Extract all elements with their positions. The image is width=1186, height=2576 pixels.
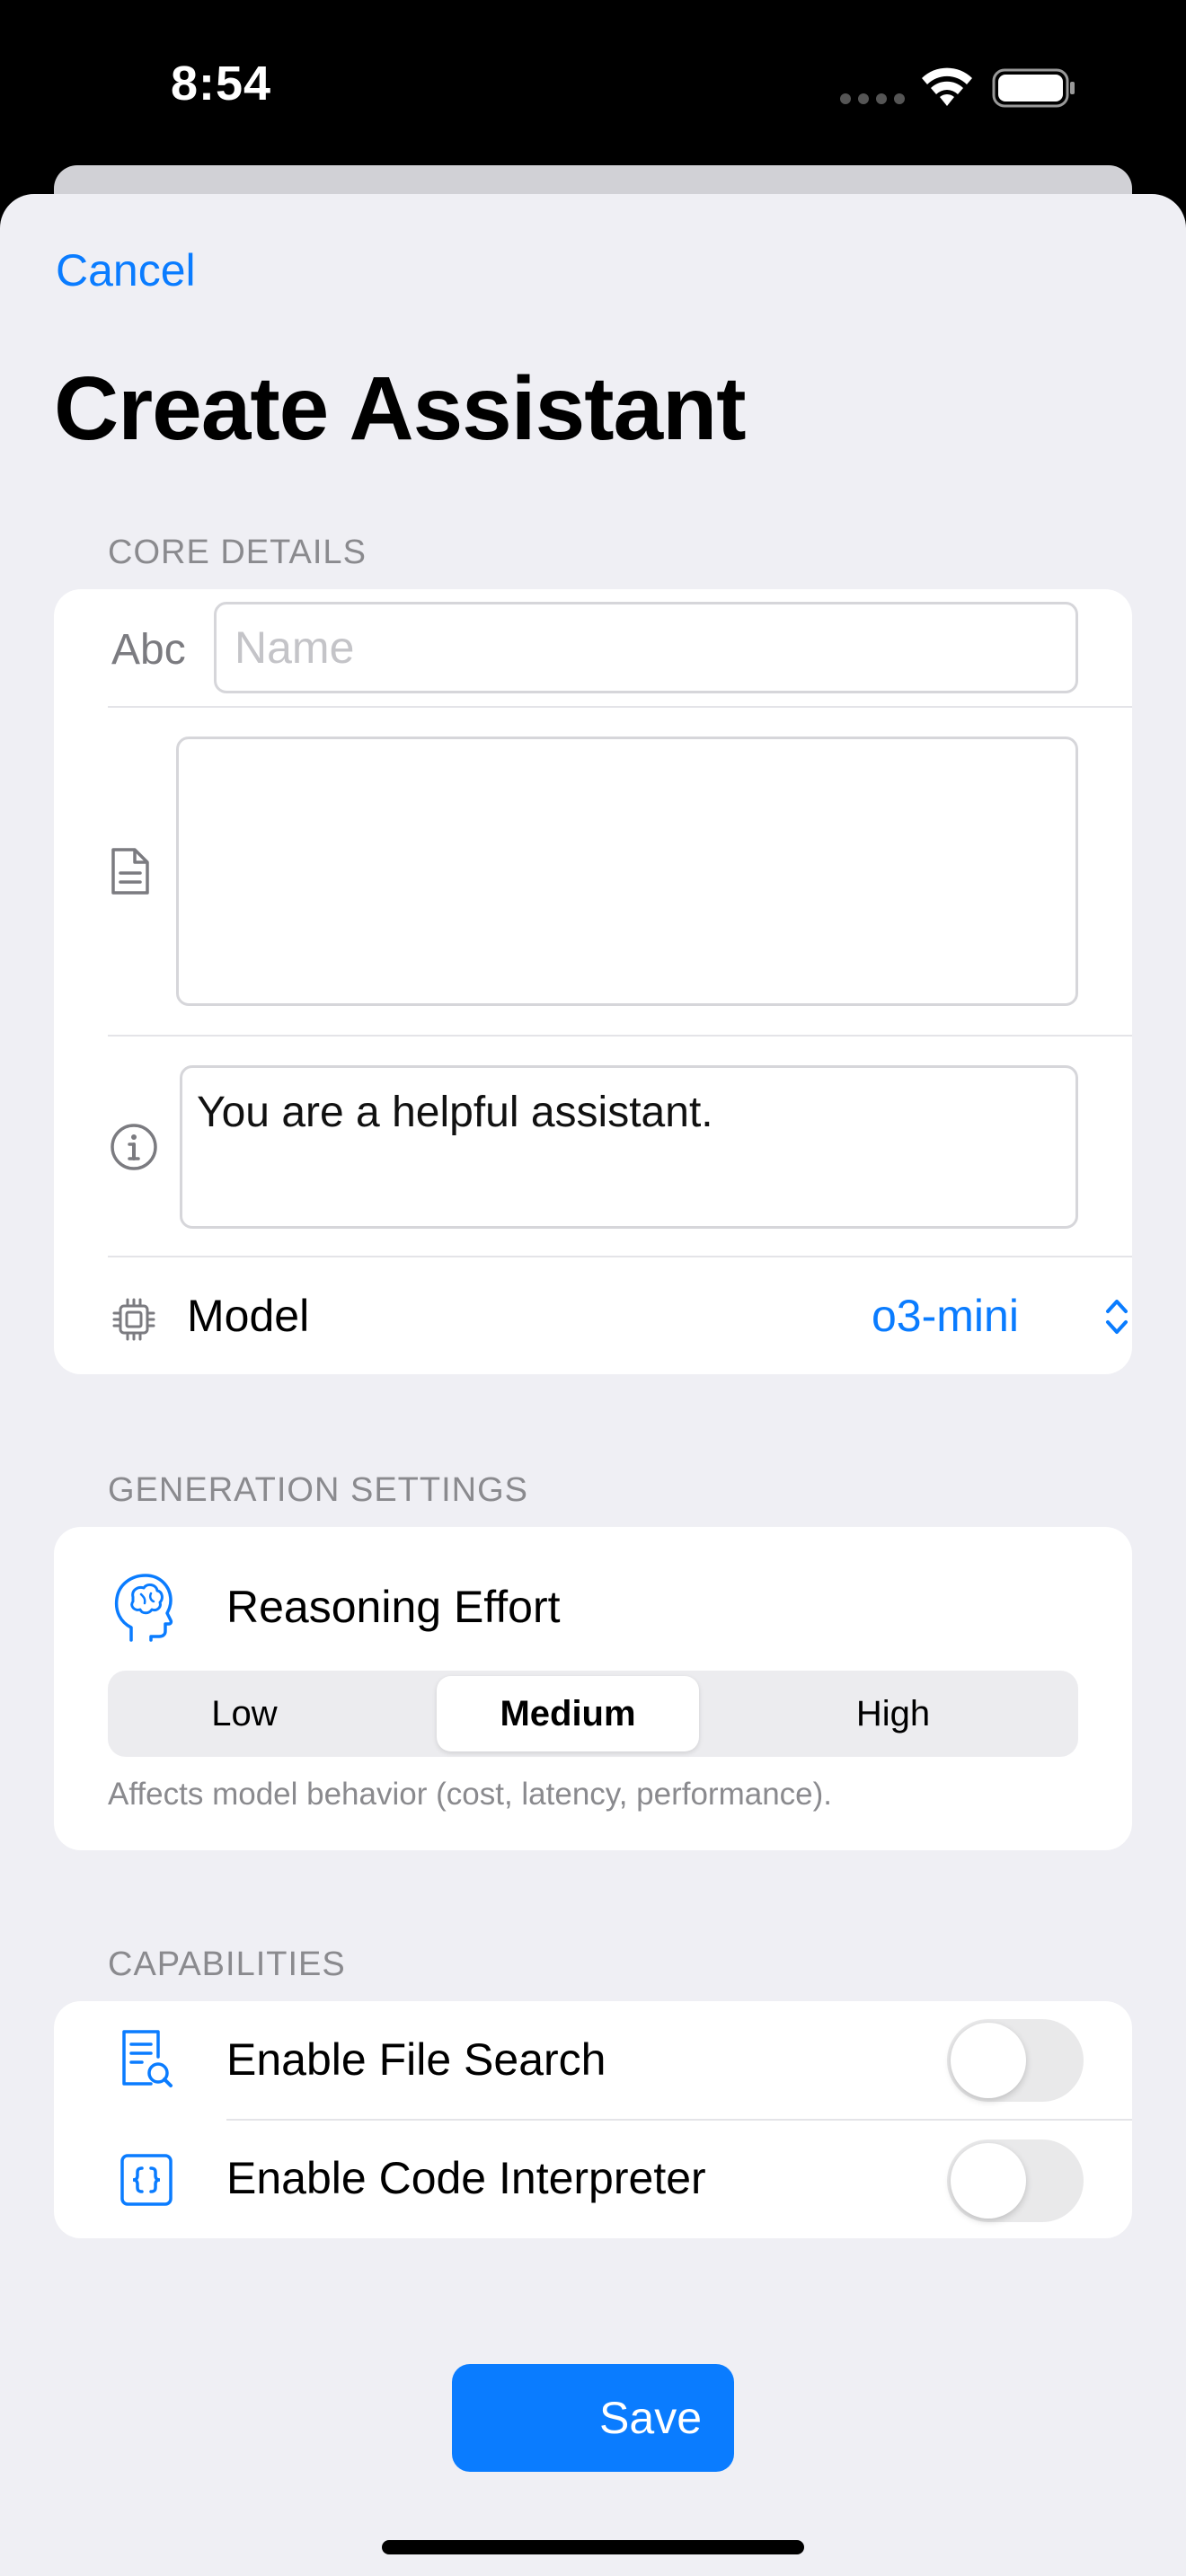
doc-magnifier-icon xyxy=(122,2030,173,2087)
code-interpreter-toggle[interactable] xyxy=(947,2139,1084,2222)
wifi-icon xyxy=(922,67,972,106)
status-time: 8:54 xyxy=(171,57,272,110)
brain-head-icon xyxy=(114,1574,173,1642)
reasoning-effort-label: Reasoning Effort xyxy=(226,1582,561,1632)
reasoning-effort-segmented-control: Low Medium High xyxy=(108,1671,1078,1757)
segment-low[interactable]: Low xyxy=(113,1676,376,1751)
divider xyxy=(108,1035,1132,1037)
capabilities-header: CAPABILITIES xyxy=(108,1945,346,1983)
cpu-icon xyxy=(112,1298,155,1341)
model-label: Model xyxy=(187,1291,310,1341)
info-icon xyxy=(111,1124,157,1170)
divider xyxy=(108,706,1132,708)
code-interpreter-label: Enable Code Interpreter xyxy=(226,2153,706,2203)
instructions-textarea[interactable]: You are a helpful assistant. xyxy=(180,1065,1078,1229)
toggle-knob xyxy=(951,2143,1026,2219)
file-search-label: Enable File Search xyxy=(226,2034,606,2085)
segment-medium[interactable]: Medium xyxy=(437,1676,699,1751)
instructions-text: You are a helpful assistant. xyxy=(197,1089,713,1136)
home-indicator xyxy=(382,2540,804,2554)
cancel-button[interactable]: Cancel xyxy=(56,244,196,296)
description-textarea[interactable] xyxy=(176,737,1078,1006)
battery-icon xyxy=(992,68,1075,108)
cellular-signal-icon xyxy=(840,93,905,104)
generation-settings-card: Reasoning Effort Low Medium High Affects… xyxy=(54,1527,1132,1850)
generation-settings-header: GENERATION SETTINGS xyxy=(108,1471,529,1509)
name-input[interactable] xyxy=(217,604,1075,691)
chevron-up-down-icon xyxy=(1106,1300,1128,1334)
core-details-header: CORE DETAILS xyxy=(108,534,367,571)
page-title: Create Assistant xyxy=(54,358,746,459)
model-picker[interactable]: o3-mini xyxy=(872,1284,1128,1349)
reasoning-effort-caption: Affects model behavior (cost, latency, p… xyxy=(108,1777,833,1812)
status-bar: 8:54 xyxy=(0,0,1186,171)
divider xyxy=(108,1256,1132,1257)
divider xyxy=(226,2119,1132,2121)
segment-high[interactable]: High xyxy=(762,1676,1024,1751)
file-search-toggle[interactable] xyxy=(947,2019,1084,2102)
capabilities-card: Enable File Search Enable Code Interpret… xyxy=(54,2001,1132,2238)
document-icon xyxy=(111,848,149,895)
core-details-card: Abc You are a helpful assistant. M xyxy=(54,589,1132,1374)
text-format-icon: Abc xyxy=(111,626,186,674)
model-value: o3-mini xyxy=(872,1291,1019,1341)
name-field-container xyxy=(214,602,1078,693)
save-button[interactable]: Save xyxy=(452,2364,734,2472)
curly-braces-icon xyxy=(120,2154,173,2206)
toggle-knob xyxy=(951,2023,1026,2098)
